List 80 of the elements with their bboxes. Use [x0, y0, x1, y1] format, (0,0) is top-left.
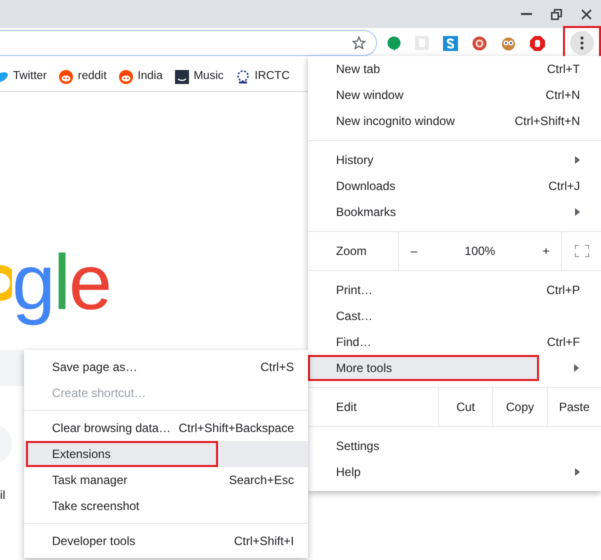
- menu-item-label: Cast…: [336, 308, 373, 325]
- submenu-item[interactable]: Clear browsing data… Ctrl+Shift+Backspace: [24, 415, 308, 441]
- menu-item[interactable]: Settings: [308, 433, 601, 459]
- edit-action-button[interactable]: Copy: [492, 388, 547, 426]
- submenu-item-label: Clear browsing data…: [52, 420, 171, 437]
- zoom-in-button[interactable]: +: [531, 242, 561, 260]
- menu-item[interactable]: New incognito window Ctrl+Shift+N: [308, 108, 601, 134]
- shortcut-text: Ctrl+Shift+N: [514, 113, 580, 130]
- menu-item-label: Bookmarks: [336, 204, 396, 221]
- submenu-item-label: Save page as…: [52, 359, 138, 376]
- submenu-item[interactable]: Take screenshot: [24, 493, 308, 519]
- edit-action-button[interactable]: Cut: [438, 388, 492, 426]
- bookmark[interactable]: India: [118, 68, 163, 86]
- close-icon[interactable]: [581, 8, 592, 20]
- fullscreen-icon: [574, 245, 588, 257]
- bookmark[interactable]: IRCTC: [236, 68, 290, 86]
- menu-item[interactable]: Downloads Ctrl+J: [308, 173, 601, 199]
- menu-item-label: Settings: [336, 438, 380, 455]
- letter-s-logo-icon[interactable]: [443, 36, 458, 50]
- zoom-level: 100%: [464, 243, 496, 260]
- submenu-arrow-icon: [575, 468, 580, 476]
- menu-item[interactable]: Print… Ctrl+P: [308, 277, 601, 303]
- menu-item[interactable]: Bookmarks: [308, 199, 601, 225]
- menu-item-label: Print…: [336, 282, 373, 299]
- shortcut-text: Ctrl+P: [546, 282, 580, 299]
- alien-face-icon: [118, 70, 133, 84]
- submenu-item[interactable]: Save page as… Ctrl+S: [24, 354, 308, 380]
- submenu-item-label: Developer tools: [52, 533, 136, 550]
- edit-label: Edit: [335, 399, 358, 416]
- submenu-item-label: Task manager: [52, 472, 128, 489]
- tile-label: il: [0, 487, 6, 504]
- zoom-out-button[interactable]: –: [399, 242, 429, 260]
- more-vertical-icon: [580, 36, 584, 50]
- submenu-item[interactable]: Task manager Search+Esc: [24, 467, 308, 493]
- shortcut-text: Ctrl+F: [547, 334, 580, 351]
- menu-item-label: New window: [336, 87, 404, 104]
- bookmark[interactable]: Twitter: [0, 68, 47, 86]
- submenu-item-label: Take screenshot: [52, 498, 140, 515]
- submenu-arrow-icon: [575, 208, 580, 216]
- chat-bubble-icon[interactable]: [387, 36, 402, 50]
- menu-item-label: More tools: [336, 360, 392, 377]
- shortcut-text: Ctrl+J: [548, 178, 580, 195]
- shortcut-text: Ctrl+Shift+I: [234, 533, 294, 550]
- edit-action-button[interactable]: Paste: [546, 388, 601, 426]
- shortcut-text: Ctrl+S: [260, 359, 294, 376]
- logo-text: gle: [12, 237, 110, 328]
- menu-item-label: New incognito window: [336, 113, 455, 130]
- menu-item[interactable]: New window Ctrl+N: [308, 82, 601, 108]
- menu-item-label: Find…: [336, 334, 372, 351]
- bird-icon: [0, 70, 8, 82]
- emblem-icon: [236, 70, 250, 84]
- menu-item[interactable]: Help: [308, 459, 601, 485]
- submenu-item[interactable]: Extensions: [24, 441, 308, 467]
- submenu-arrow-icon: [574, 364, 579, 372]
- submenu-item[interactable]: Developer tools Ctrl+Shift+I: [24, 528, 308, 554]
- bookmark[interactable]: reddit: [58, 68, 107, 86]
- shortcut-text: Ctrl+N: [546, 87, 580, 104]
- alien-face-icon: [58, 70, 73, 84]
- submenu-arrow-icon: [575, 156, 580, 164]
- submenu-item-label: Extensions: [52, 446, 111, 463]
- menu-item[interactable]: Find… Ctrl+F: [308, 329, 601, 355]
- restore-icon[interactable]: [551, 8, 562, 20]
- bookmark[interactable]: Music: [174, 68, 224, 86]
- smile-logo-icon: [174, 70, 189, 84]
- submenu-item-label: Create shortcut…: [52, 385, 146, 402]
- star-icon[interactable]: [352, 36, 366, 50]
- menu-item[interactable]: New tab Ctrl+T: [308, 56, 601, 82]
- menu-item[interactable]: History: [308, 147, 601, 173]
- stop-hand-icon[interactable]: [530, 36, 546, 50]
- menu-item-label: History: [336, 152, 374, 169]
- menu-item-label: Downloads: [336, 178, 396, 195]
- menu-item-label: Help: [336, 464, 361, 481]
- target-icon[interactable]: [472, 36, 488, 50]
- owl-icon[interactable]: [501, 36, 516, 50]
- zoom-label: Zoom: [335, 243, 368, 260]
- shortcut-text: Ctrl+T: [547, 61, 580, 78]
- menu-item[interactable]: Cast…: [308, 303, 601, 329]
- shortcut-text: Ctrl+Shift+Backspace: [178, 420, 294, 437]
- menu-item-label: New tab: [336, 61, 380, 78]
- shortcut-text: Search+Esc: [228, 472, 294, 489]
